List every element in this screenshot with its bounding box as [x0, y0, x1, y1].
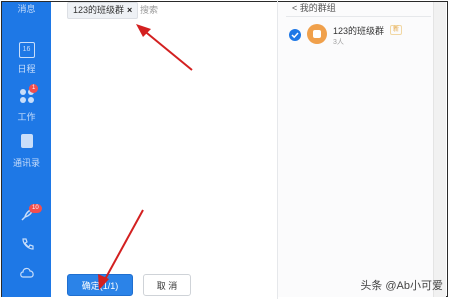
arrow-to-confirm — [102, 209, 144, 284]
annotation-arrows — [98, 24, 193, 290]
arrow-to-chip — [141, 28, 193, 71]
watermark: 头条 @Ab小可爱 — [360, 280, 443, 292]
